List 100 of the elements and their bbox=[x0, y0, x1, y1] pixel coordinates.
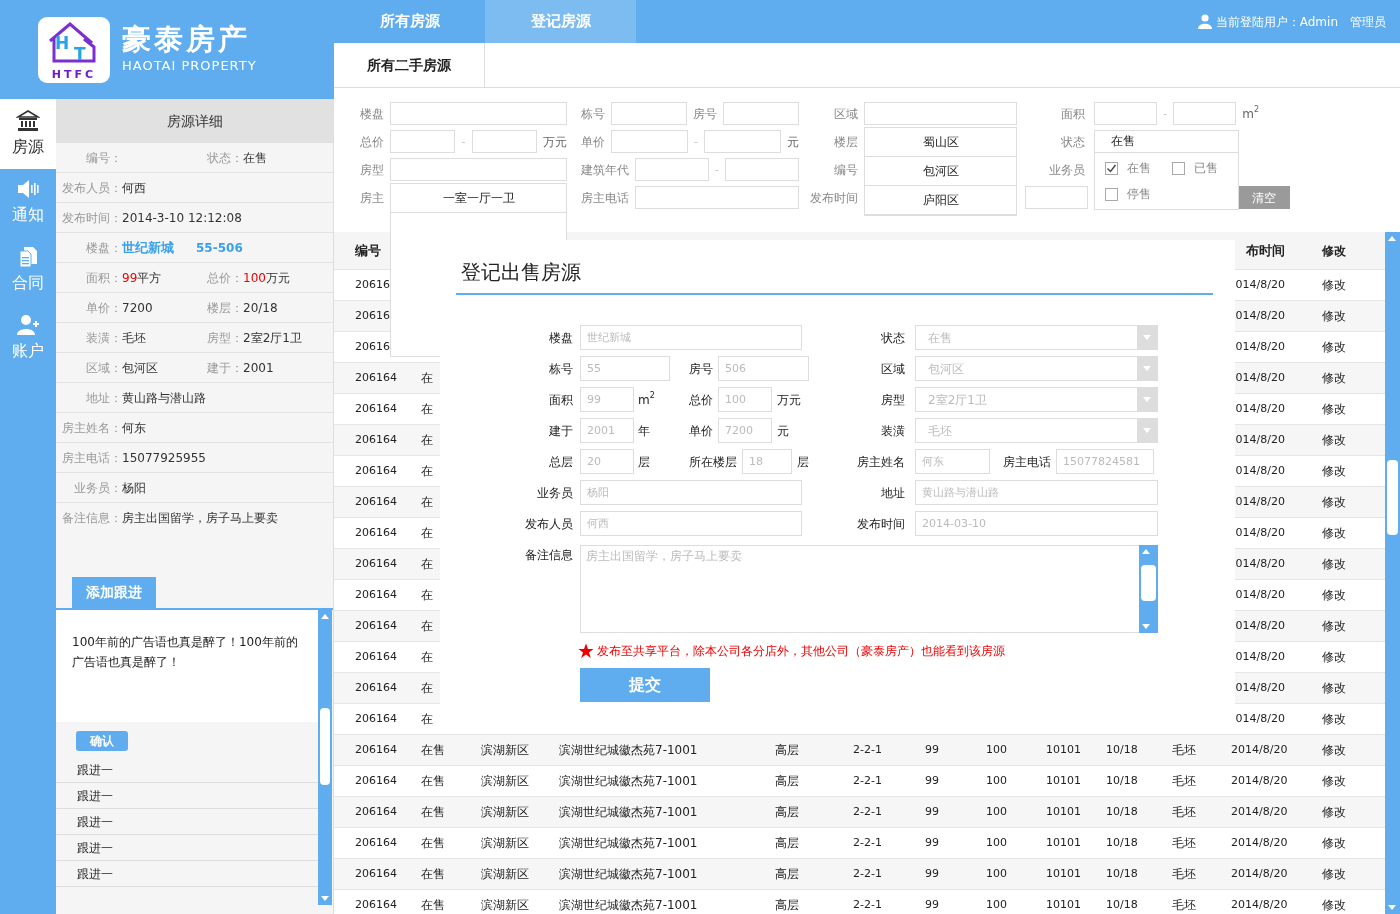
dialog-title: 登记出售房源 bbox=[460, 259, 582, 284]
text-field[interactable]: 2014-03-10 bbox=[915, 511, 1158, 536]
filter-input[interactable] bbox=[390, 102, 567, 125]
table-cell-text: 014/8/20 bbox=[1234, 586, 1286, 603]
dropdown-option[interactable]: 包河区 bbox=[865, 157, 1016, 186]
text-field[interactable]: 18 bbox=[742, 449, 792, 474]
column-header: 布时间 bbox=[1245, 241, 1286, 260]
text-field[interactable]: 何西 bbox=[580, 511, 802, 536]
follow-up-field[interactable]: 100年前的广告语也真是醉了！100年前的广告语也真是醉了！ bbox=[56, 610, 318, 722]
text-field[interactable]: 7200 bbox=[718, 418, 772, 443]
field-label: 房主姓名： bbox=[61, 419, 122, 437]
filter-input[interactable] bbox=[725, 158, 799, 181]
dropdown-option[interactable]: 一室一厅一卫 bbox=[391, 184, 566, 213]
filter-input[interactable] bbox=[864, 102, 1017, 125]
text-field[interactable]: 世纪新城 bbox=[580, 325, 802, 350]
edit-link[interactable]: 修改 bbox=[1322, 741, 1385, 759]
filter-input[interactable] bbox=[635, 158, 709, 181]
edit-link[interactable]: 修改 bbox=[1322, 648, 1385, 666]
filter-input[interactable] bbox=[1094, 102, 1157, 125]
filter-input[interactable] bbox=[390, 158, 567, 181]
field-label: 面积 bbox=[548, 391, 573, 409]
edit-link[interactable]: 修改 bbox=[1322, 462, 1385, 480]
edit-link[interactable]: 修改 bbox=[1322, 400, 1385, 418]
table-cell-text: 206164 bbox=[354, 648, 398, 665]
text-field[interactable]: 20 bbox=[580, 449, 634, 474]
text-field[interactable]: 99 bbox=[580, 387, 634, 412]
table-cell-text: 2014/8/20 bbox=[1231, 896, 1289, 913]
table-cell-text: 206164 bbox=[354, 710, 398, 727]
table-cell-text: 在 bbox=[421, 494, 434, 511]
dropdown-option[interactable]: 庐阳区 bbox=[865, 186, 1016, 215]
checkbox[interactable] bbox=[1105, 161, 1118, 175]
edit-link[interactable]: 修改 bbox=[1322, 679, 1385, 697]
filter-input[interactable] bbox=[471, 130, 537, 153]
table-cell-text: 014/8/20 bbox=[1234, 462, 1286, 479]
filter-label: 建筑年代 bbox=[581, 161, 629, 179]
field-label: 发布人员： bbox=[61, 179, 122, 197]
text-field[interactable]: 黄山路与潜山路 bbox=[915, 480, 1158, 505]
edit-link[interactable]: 修改 bbox=[1322, 865, 1385, 883]
follow-up-item[interactable]: 跟进一 bbox=[56, 809, 318, 835]
scrollbar[interactable] bbox=[1385, 232, 1400, 914]
field-label: 楼盘： bbox=[85, 239, 122, 257]
text-field[interactable]: 55 bbox=[580, 356, 670, 381]
follow-up-item[interactable]: 跟进一 bbox=[56, 861, 318, 887]
text-field[interactable]: 2001 bbox=[580, 418, 634, 443]
dropdown-option[interactable]: 蜀山区 bbox=[865, 128, 1016, 157]
panel-title: 房源详细 bbox=[56, 99, 333, 143]
edit-link[interactable]: 修改 bbox=[1322, 772, 1385, 790]
text-field[interactable]: 杨阳 bbox=[580, 480, 802, 505]
filter-label: 面积 bbox=[1060, 105, 1085, 123]
edit-link[interactable]: 修改 bbox=[1322, 617, 1385, 635]
filter-input[interactable] bbox=[390, 130, 456, 153]
edit-link[interactable]: 修改 bbox=[1322, 896, 1385, 914]
sidebar-item[interactable]: 房源 bbox=[0, 99, 56, 169]
table-cell-text: 滨湖世纪城徽杰苑7-1001 bbox=[559, 835, 699, 852]
status-select[interactable]: 在售 bbox=[1094, 130, 1239, 153]
field-label: 发布时间 bbox=[856, 515, 905, 533]
edit-link[interactable]: 修改 bbox=[1322, 276, 1385, 294]
field-label: 状态 bbox=[880, 329, 905, 347]
filter-input[interactable] bbox=[1173, 102, 1237, 125]
edit-link[interactable]: 修改 bbox=[1322, 338, 1385, 356]
edit-link[interactable]: 修改 bbox=[1322, 307, 1385, 325]
edit-link[interactable]: 修改 bbox=[1322, 493, 1385, 511]
table-cell-text: 毛坯 bbox=[1172, 742, 1197, 759]
filter-input[interactable] bbox=[1025, 186, 1088, 209]
edit-link[interactable]: 修改 bbox=[1322, 710, 1385, 728]
filter-input[interactable] bbox=[635, 186, 799, 209]
edit-link[interactable]: 修改 bbox=[1322, 431, 1385, 449]
bank-icon bbox=[16, 109, 40, 133]
edit-link[interactable]: 修改 bbox=[1322, 586, 1385, 604]
text-field[interactable]: 100 bbox=[718, 387, 772, 412]
edit-link[interactable]: 修改 bbox=[1322, 369, 1385, 387]
filter-input[interactable] bbox=[723, 102, 799, 125]
scrollbar[interactable] bbox=[318, 610, 332, 905]
follow-up-item[interactable]: 跟进一 bbox=[56, 783, 318, 809]
field-label: 房号 bbox=[689, 360, 713, 378]
unit-label: 元 bbox=[787, 133, 799, 151]
follow-up-item[interactable]: 跟进一 bbox=[56, 835, 318, 861]
edit-link[interactable]: 修改 bbox=[1322, 803, 1385, 821]
filter-label: 状态 bbox=[1060, 133, 1085, 151]
table-cell-text: 014/8/20 bbox=[1234, 617, 1286, 634]
edit-link[interactable]: 修改 bbox=[1322, 524, 1385, 542]
table-cell-text: 2014/8/20 bbox=[1231, 772, 1289, 789]
filter-input[interactable] bbox=[611, 130, 688, 153]
text-field[interactable]: 何东 bbox=[915, 449, 990, 474]
filter-input[interactable] bbox=[611, 102, 687, 125]
text-field[interactable]: 15077824581 bbox=[1056, 449, 1154, 474]
follow-up-item[interactable]: 跟进一 bbox=[56, 757, 318, 783]
edit-link[interactable]: 修改 bbox=[1322, 834, 1385, 852]
table-cell-text: 206164 bbox=[354, 400, 398, 417]
checkbox[interactable] bbox=[1171, 161, 1185, 175]
filter-input[interactable] bbox=[704, 130, 781, 153]
table-cell-text: 在 bbox=[421, 370, 434, 387]
table-cell-text: 滨湖新区 bbox=[481, 897, 530, 914]
checkbox[interactable] bbox=[1105, 187, 1118, 201]
edit-link[interactable]: 修改 bbox=[1322, 555, 1385, 573]
table-cell-text: 2-2-1 bbox=[853, 741, 883, 758]
table-cell-text: 在 bbox=[421, 711, 434, 728]
text-field[interactable]: 506 bbox=[718, 356, 809, 381]
scrollbar[interactable] bbox=[1139, 545, 1158, 633]
table-cell-text: 在售 bbox=[421, 897, 446, 914]
